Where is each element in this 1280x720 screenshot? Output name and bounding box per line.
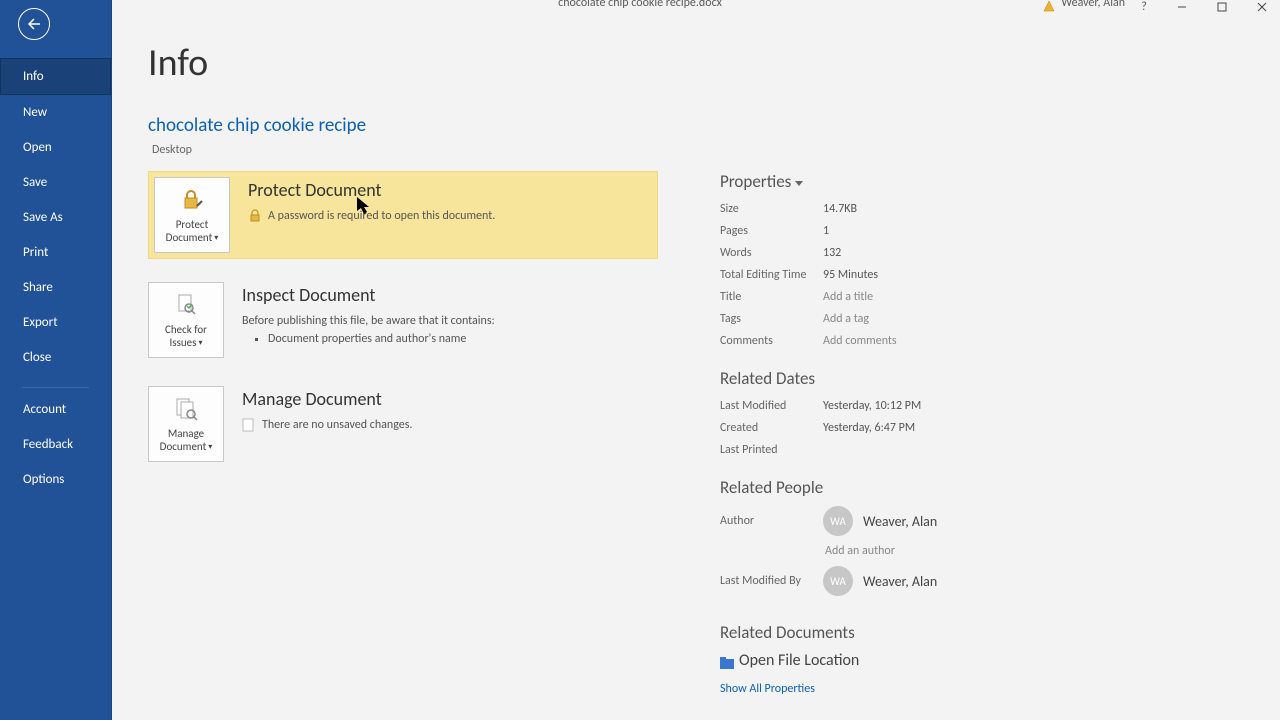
sidebar-item-save[interactable]: Save bbox=[0, 165, 111, 200]
prop-tags-value[interactable]: Add a tag bbox=[823, 312, 869, 326]
document-blank-icon bbox=[242, 418, 256, 432]
author-label: Author bbox=[720, 506, 823, 528]
chevron-down-icon: ▾ bbox=[214, 233, 218, 243]
open-file-location[interactable]: Open File Location bbox=[720, 651, 1080, 670]
prop-comments-value[interactable]: Add comments bbox=[823, 334, 897, 348]
sidebar-item-saveas[interactable]: Save As bbox=[0, 200, 111, 235]
back-button[interactable] bbox=[18, 8, 50, 40]
sidebar-item-open[interactable]: Open bbox=[0, 130, 111, 165]
prop-title-label: Title bbox=[720, 290, 823, 304]
prop-tags-label: Tags bbox=[720, 312, 823, 326]
check-for-issues-button[interactable]: Check for Issues▾ bbox=[148, 282, 224, 358]
manage-document-card: Manage Document▾ Manage Document There a… bbox=[148, 386, 658, 462]
content-area: Info chocolate chip cookie recipe Deskto… bbox=[112, 0, 1280, 720]
arrow-left-icon bbox=[26, 16, 42, 32]
date-printed-label: Last Printed bbox=[720, 443, 823, 457]
sidebar-item-share[interactable]: Share bbox=[0, 270, 111, 305]
sidebar-item-print[interactable]: Print bbox=[0, 235, 111, 270]
protect-document-card: Protect Document▾ Protect Document A pas… bbox=[148, 171, 658, 259]
avatar: WA bbox=[823, 506, 853, 536]
sidebar-item-new[interactable]: New bbox=[0, 95, 111, 130]
related-dates-heading: Related Dates bbox=[720, 368, 1080, 389]
lock-small-icon bbox=[248, 209, 262, 223]
date-created-label: Created bbox=[720, 421, 823, 435]
sidebar-list: Info New Open Save Save As Print Share E… bbox=[0, 58, 111, 497]
related-documents-heading: Related Documents bbox=[720, 622, 1080, 643]
page-title: Info bbox=[148, 40, 1280, 86]
inspect-title: Inspect Document bbox=[242, 284, 495, 306]
sidebar-separator bbox=[22, 387, 89, 388]
document-search-icon bbox=[174, 291, 198, 319]
prop-time-label: Total Editing Time bbox=[720, 268, 823, 282]
sidebar-item-close[interactable]: Close bbox=[0, 340, 111, 375]
date-modified-label: Last Modified bbox=[720, 399, 823, 413]
protect-message: A password is required to open this docu… bbox=[268, 207, 495, 225]
inspect-intro: Before publishing this file, be aware th… bbox=[242, 312, 495, 330]
show-all-properties[interactable]: Show All Properties bbox=[720, 682, 1080, 696]
prop-pages-label: Pages bbox=[720, 224, 823, 238]
document-manage-icon bbox=[173, 395, 199, 423]
lastmod-person[interactable]: WA Weaver, Alan bbox=[823, 566, 937, 596]
protect-document-button[interactable]: Protect Document▾ bbox=[154, 177, 230, 253]
info-cards-column: Protect Document▾ Protect Document A pas… bbox=[148, 171, 658, 696]
prop-words-value: 132 bbox=[823, 246, 841, 260]
inspect-document-card: Check for Issues▾ Inspect Document Befor… bbox=[148, 282, 658, 358]
document-title: chocolate chip cookie recipe bbox=[148, 114, 1280, 137]
related-people-heading: Related People bbox=[720, 477, 1080, 498]
folder-icon bbox=[720, 655, 734, 667]
document-location: Desktop bbox=[152, 143, 1280, 157]
date-modified-value: Yesterday, 10:12 PM bbox=[823, 399, 921, 413]
lastmod-name: Weaver, Alan bbox=[863, 573, 937, 590]
prop-size-value: 14.7KB bbox=[823, 202, 857, 216]
add-author[interactable]: Add an author bbox=[825, 544, 937, 558]
prop-words-label: Words bbox=[720, 246, 823, 260]
avatar: WA bbox=[823, 566, 853, 596]
manage-title: Manage Document bbox=[242, 388, 412, 410]
backstage-sidebar: Info New Open Save Save As Print Share E… bbox=[0, 0, 112, 720]
lock-icon bbox=[180, 186, 204, 214]
sidebar-item-feedback[interactable]: Feedback bbox=[0, 427, 111, 462]
chevron-down-icon bbox=[795, 171, 803, 192]
properties-column: Properties Size14.7KB Pages1 Words132 To… bbox=[720, 171, 1080, 696]
sidebar-item-account[interactable]: Account bbox=[0, 392, 111, 427]
chevron-down-icon: ▾ bbox=[208, 442, 212, 452]
author-name: Weaver, Alan bbox=[863, 513, 937, 530]
sidebar-item-options[interactable]: Options bbox=[0, 462, 111, 497]
prop-pages-value: 1 bbox=[823, 224, 829, 238]
author-person[interactable]: WA Weaver, Alan bbox=[823, 506, 937, 536]
prop-title-value[interactable]: Add a title bbox=[823, 290, 873, 304]
sidebar-item-info[interactable]: Info bbox=[0, 58, 111, 95]
protect-title: Protect Document bbox=[248, 179, 495, 201]
prop-time-value: 95 Minutes bbox=[823, 268, 878, 282]
manage-message: There are no unsaved changes. bbox=[262, 416, 412, 434]
sidebar-item-export[interactable]: Export bbox=[0, 305, 111, 340]
prop-size-label: Size bbox=[720, 202, 823, 216]
date-created-value: Yesterday, 6:47 PM bbox=[823, 421, 915, 435]
inspect-bullet: Document properties and author's name bbox=[268, 332, 495, 346]
prop-comments-label: Comments bbox=[720, 334, 823, 348]
chevron-down-icon: ▾ bbox=[198, 338, 202, 348]
lastmodby-label: Last Modified By bbox=[720, 566, 823, 588]
manage-document-button[interactable]: Manage Document▾ bbox=[148, 386, 224, 462]
properties-heading[interactable]: Properties bbox=[720, 171, 1080, 192]
